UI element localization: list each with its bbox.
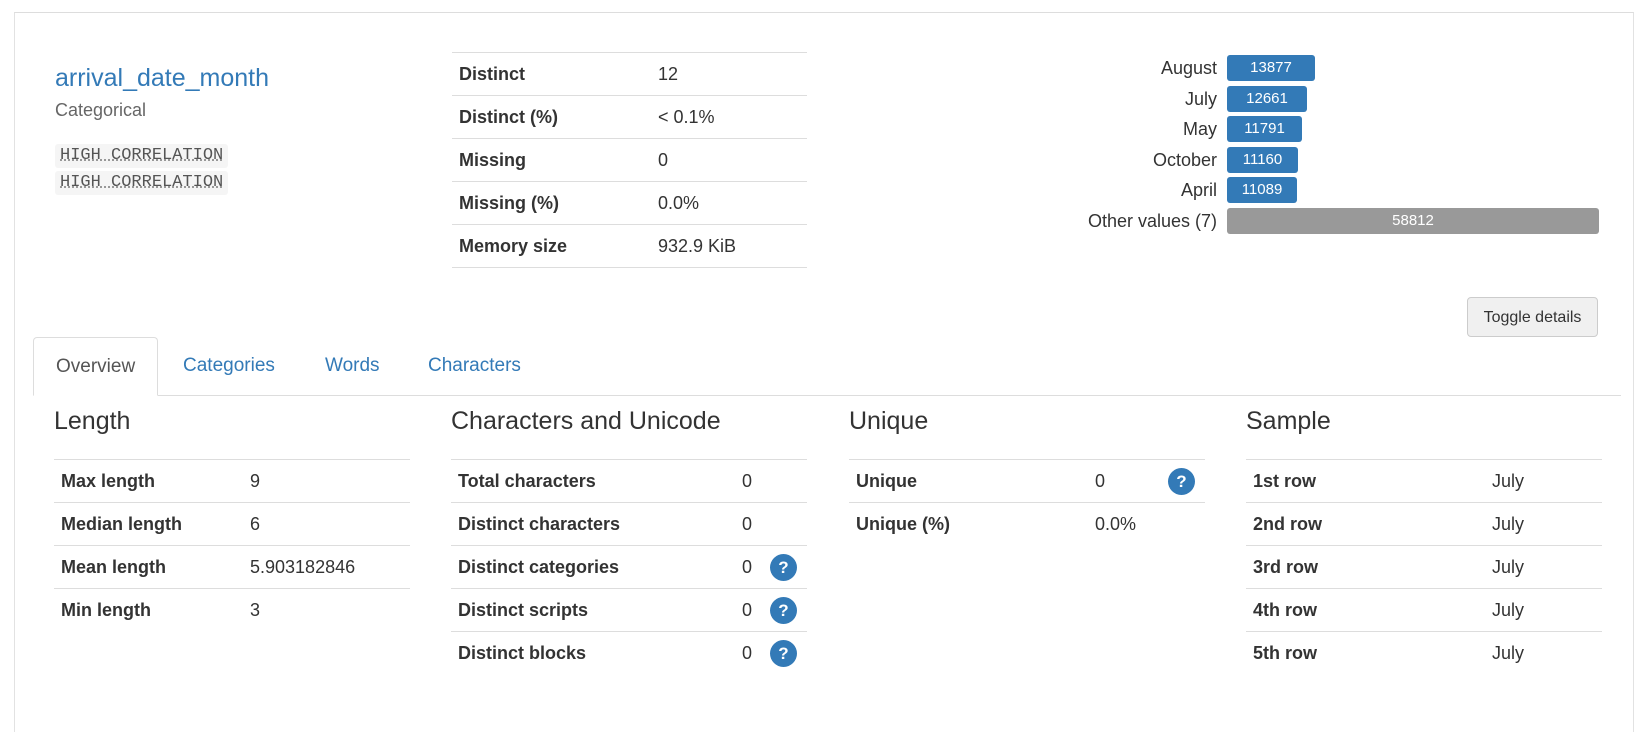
section-title-characters-unicode: Characters and Unicode bbox=[451, 407, 721, 435]
stat-label: Missing (%) bbox=[452, 181, 651, 225]
stat-label: Max length bbox=[54, 459, 243, 503]
section-title-length: Length bbox=[54, 407, 131, 435]
stat-value: 3 bbox=[243, 588, 410, 631]
stat-value: 0 bbox=[1088, 459, 1161, 503]
stat-label: Distinct bbox=[452, 52, 651, 96]
table-row: Min length 3 bbox=[54, 588, 410, 631]
sample-value: July bbox=[1485, 502, 1602, 546]
table-row: Distinct characters 0 bbox=[451, 502, 807, 546]
freq-bar: 13877 bbox=[1227, 55, 1315, 81]
sample-value: July bbox=[1485, 459, 1602, 503]
stat-value: 0 bbox=[651, 138, 807, 182]
stat-value: 9 bbox=[243, 459, 410, 503]
stat-value: < 0.1% bbox=[651, 95, 807, 139]
table-row: 3rd row July bbox=[1246, 545, 1602, 589]
stat-value: 12 bbox=[651, 52, 807, 96]
stat-value: 0 bbox=[735, 588, 763, 632]
sample-label: 1st row bbox=[1246, 459, 1485, 503]
sample-table: 1st row July 2nd row July 3rd row July 4th … bbox=[1246, 459, 1602, 674]
table-row: Missing (%) 0.0% bbox=[452, 181, 807, 225]
stat-value: 0 bbox=[735, 545, 763, 589]
sample-value: July bbox=[1485, 631, 1602, 674]
tab-words[interactable]: Words bbox=[303, 337, 402, 395]
table-row: Max length 9 bbox=[54, 459, 410, 503]
freq-label: April bbox=[1180, 180, 1217, 200]
sample-value: July bbox=[1485, 545, 1602, 589]
table-row: Mean length 5.903182846 bbox=[54, 545, 410, 589]
freq-label: Other values (7) bbox=[1087, 211, 1217, 231]
help-icon[interactable]: ? bbox=[770, 553, 797, 581]
freq-bar-other: 58812 bbox=[1227, 208, 1599, 234]
table-row: Distinct categories 0? bbox=[451, 545, 807, 589]
sample-label: 4th row bbox=[1246, 588, 1485, 632]
freq-bar: 11791 bbox=[1227, 116, 1302, 142]
sample-label: 2nd row bbox=[1246, 502, 1485, 546]
stat-label: Median length bbox=[54, 502, 243, 546]
section-title-unique: Unique bbox=[849, 407, 929, 435]
section-title-sample: Sample bbox=[1246, 407, 1331, 435]
table-row: Missing 0 bbox=[452, 138, 807, 182]
sample-value: July bbox=[1485, 588, 1602, 632]
stat-label: Memory size bbox=[452, 224, 651, 268]
stat-label: Distinct categories bbox=[451, 545, 735, 589]
table-row: 1st row July bbox=[1246, 459, 1602, 503]
freq-label: July bbox=[1184, 89, 1217, 109]
stat-label: Total characters bbox=[451, 459, 735, 503]
stat-label: Distinct blocks bbox=[451, 631, 735, 674]
table-row: Distinct scripts 0? bbox=[451, 588, 807, 632]
help-icon[interactable]: ? bbox=[770, 596, 797, 624]
table-row: Memory size 932.9 KiB bbox=[452, 224, 807, 268]
freq-label: May bbox=[1182, 119, 1217, 139]
help-icon[interactable]: ? bbox=[770, 639, 797, 667]
table-row: Unique (%) 0.0% bbox=[849, 502, 1205, 545]
stat-value: 6 bbox=[243, 502, 410, 546]
stat-value: 5.903182846 bbox=[243, 545, 410, 589]
table-row: Distinct 12 bbox=[452, 52, 807, 96]
tab-categories[interactable]: Categories bbox=[161, 337, 297, 395]
stat-value: 0 bbox=[735, 631, 763, 674]
stat-label: Unique bbox=[849, 459, 1088, 503]
toggle-details-button[interactable]: Toggle details bbox=[1467, 297, 1598, 337]
help-icon[interactable]: ? bbox=[1168, 467, 1195, 495]
stat-value: 932.9 KiB bbox=[651, 224, 807, 268]
freq-label: October bbox=[1152, 150, 1217, 170]
stat-label: Distinct (%) bbox=[452, 95, 651, 139]
table-row: Distinct (%) < 0.1% bbox=[452, 95, 807, 139]
table-row: 4th row July bbox=[1246, 588, 1602, 632]
sample-label: 3rd row bbox=[1246, 545, 1485, 589]
sample-label: 5th row bbox=[1246, 631, 1485, 674]
stat-value: 0 bbox=[735, 502, 763, 546]
stat-label: Mean length bbox=[54, 545, 243, 589]
unicode-table: Total characters 0 Distinct characters 0 D… bbox=[451, 459, 807, 674]
table-row: Total characters 0 bbox=[451, 459, 807, 503]
freq-bar: 11089 bbox=[1227, 177, 1297, 203]
stat-label: Missing bbox=[452, 138, 651, 182]
tab-overview[interactable]: Overview bbox=[33, 337, 158, 396]
stat-value: 0.0% bbox=[1088, 502, 1161, 545]
freq-bar: 11160 bbox=[1227, 147, 1298, 173]
stat-label: Min length bbox=[54, 588, 243, 631]
variable-name-link[interactable]: arrival_date_month bbox=[55, 64, 269, 93]
summary-table: Distinct 12 Distinct (%) < 0.1% Missing 0 M… bbox=[452, 52, 807, 268]
table-row: Median length 6 bbox=[54, 502, 410, 546]
stat-label: Distinct scripts bbox=[451, 588, 735, 632]
table-row: 5th row July bbox=[1246, 631, 1602, 674]
tab-bar: Overview Categories Words Characters bbox=[33, 337, 1621, 396]
high-correlation-badge[interactable]: HIGH CORRELATION bbox=[55, 171, 229, 195]
tab-characters[interactable]: Characters bbox=[406, 337, 543, 395]
table-row: 2nd row July bbox=[1246, 502, 1602, 546]
table-row: Distinct blocks 0? bbox=[451, 631, 807, 674]
freq-label: August bbox=[1160, 58, 1217, 78]
high-correlation-badge[interactable]: HIGH CORRELATION bbox=[55, 144, 229, 168]
table-row: Unique 0? bbox=[849, 459, 1205, 503]
stat-value: 0.0% bbox=[651, 181, 807, 225]
stat-label: Distinct characters bbox=[451, 502, 735, 546]
freq-bar: 12661 bbox=[1227, 86, 1307, 112]
stat-label: Unique (%) bbox=[849, 502, 1088, 545]
unique-table: Unique 0? Unique (%) 0.0% bbox=[849, 459, 1205, 545]
length-table: Max length 9 Median length 6 Mean length 5.… bbox=[54, 459, 410, 631]
stat-value: 0 bbox=[735, 459, 763, 503]
variable-type: Categorical bbox=[55, 100, 147, 120]
